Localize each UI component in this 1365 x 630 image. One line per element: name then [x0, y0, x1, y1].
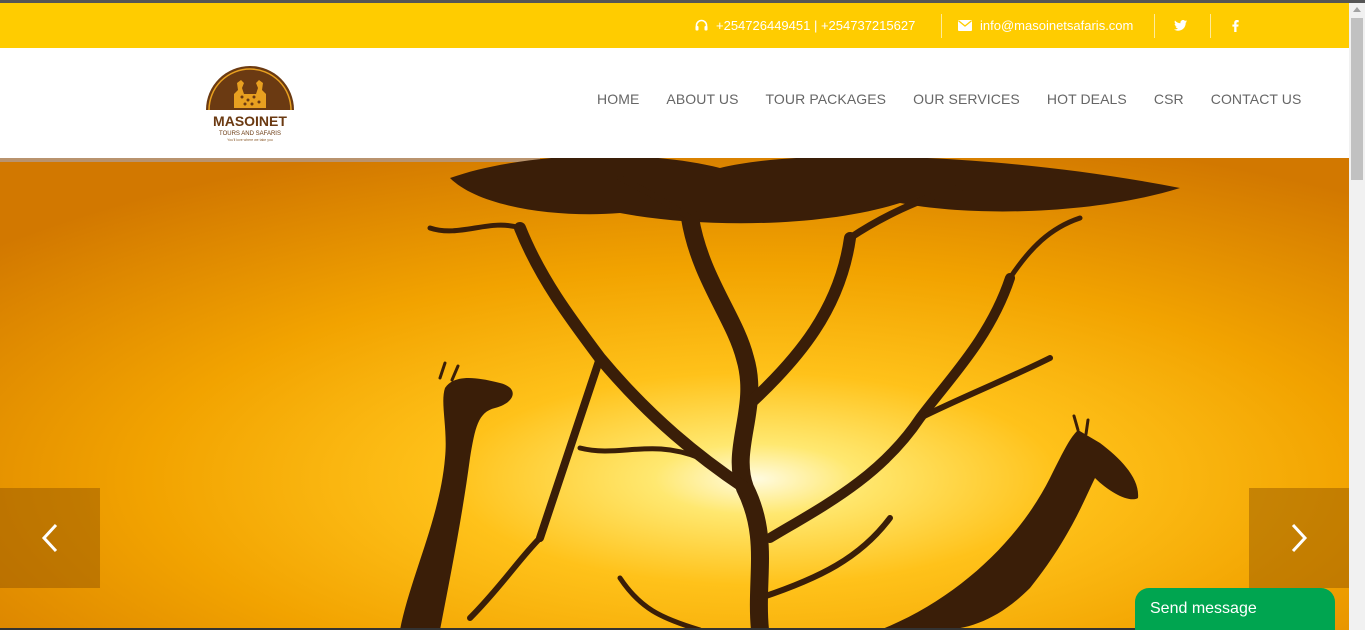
divider [1154, 14, 1155, 38]
page-scrollbar[interactable] [1349, 3, 1365, 630]
logo-tagline: TOURS AND SAFARIS [219, 131, 281, 137]
email-contact[interactable]: info@masoinetsafaris.com [958, 3, 1133, 48]
twitter-icon [1174, 20, 1187, 31]
nav-item-contact-us[interactable]: CONTACT US [1211, 91, 1302, 107]
headset-icon [695, 19, 708, 32]
phone-numbers: +254726449451 | +254737215627 [716, 18, 916, 33]
main-navigation: HOME ABOUT US TOUR PACKAGES OUR SERVICES… [597, 91, 1301, 107]
facebook-icon [1232, 19, 1239, 32]
logo-name: MASOINET [213, 113, 287, 129]
nav-item-tour-packages[interactable]: TOUR PACKAGES [766, 91, 887, 107]
nav-item-about-us[interactable]: ABOUT US [666, 91, 738, 107]
chevron-left-icon [41, 523, 58, 553]
sunset-giraffes-image [0, 158, 1349, 630]
scroll-thumb[interactable] [1351, 18, 1363, 180]
chevron-right-icon [1291, 523, 1308, 553]
scroll-up-arrow-icon[interactable] [1353, 7, 1361, 12]
nav-item-hot-deals[interactable]: HOT DEALS [1047, 91, 1127, 107]
envelope-icon [958, 20, 972, 31]
facebook-link[interactable] [1232, 3, 1239, 48]
email-address: info@masoinetsafaris.com [980, 18, 1134, 33]
divider [1210, 14, 1211, 38]
next-slide-button[interactable] [1249, 488, 1349, 588]
masoinet-logo[interactable]: MASOINET TOURS AND SAFARIS You'll love w… [204, 64, 296, 150]
nav-item-csr[interactable]: CSR [1154, 91, 1184, 107]
nav-item-our-services[interactable]: OUR SERVICES [913, 91, 1020, 107]
hero-slider [0, 158, 1349, 630]
send-message-button[interactable]: Send message [1135, 588, 1335, 630]
twitter-link[interactable] [1174, 3, 1187, 48]
nav-item-home[interactable]: HOME [597, 91, 639, 107]
site-header: MASOINET TOURS AND SAFARIS You'll love w… [0, 48, 1349, 158]
top-contact-bar: +254726449451 | +254737215627 info@masoi… [0, 3, 1349, 48]
prev-slide-button[interactable] [0, 488, 100, 588]
phone-contact[interactable]: +254726449451 | +254737215627 [695, 3, 915, 48]
divider [941, 14, 942, 38]
logo-slogan: You'll love where we take you [227, 138, 273, 142]
